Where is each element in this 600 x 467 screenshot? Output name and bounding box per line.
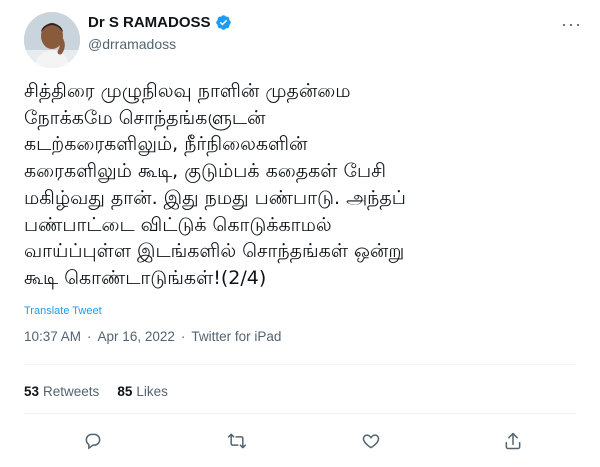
likes-count: 85 xyxy=(117,384,133,399)
like-icon xyxy=(362,434,380,449)
like-button[interactable] xyxy=(356,426,386,456)
divider xyxy=(24,413,576,414)
tweet-card: Dr S RAMADOSS @drramadoss ··· சித்திரை ம… xyxy=(0,0,600,467)
tweet-meta: 10:37 AM · Apr 16, 2022 · Twitter for iP… xyxy=(24,329,281,344)
tweet-text: சித்திரை முழுநிலவு நாளின் முதன்மை நோக்கம… xyxy=(24,80,406,289)
action-bar xyxy=(0,426,600,456)
reply-icon xyxy=(85,433,101,450)
display-name[interactable]: Dr S RAMADOSS xyxy=(88,14,211,31)
retweet-icon xyxy=(227,433,247,449)
author-handle[interactable]: @drramadoss xyxy=(88,36,176,52)
tweet-stats: 53 Retweets 85 Likes xyxy=(24,384,168,399)
tweet-source[interactable]: Twitter for iPad xyxy=(191,329,281,344)
more-icon[interactable]: ··· xyxy=(561,14,582,35)
verified-icon xyxy=(215,14,232,31)
avatar-image xyxy=(24,12,80,68)
author-name-row: Dr S RAMADOSS xyxy=(88,14,232,31)
meta-separator: · xyxy=(180,329,186,344)
meta-separator: · xyxy=(87,329,92,344)
translate-tweet-link[interactable]: Translate Tweet xyxy=(24,305,102,317)
tweet-date[interactable]: Apr 16, 2022 xyxy=(98,329,175,344)
divider xyxy=(24,364,576,365)
likes-label: Likes xyxy=(136,384,168,399)
avatar[interactable] xyxy=(24,12,80,68)
retweets-stat[interactable]: 53 Retweets xyxy=(24,384,99,399)
tweet-time[interactable]: 10:37 AM xyxy=(24,329,81,344)
share-button[interactable] xyxy=(498,426,528,456)
likes-stat[interactable]: 85 Likes xyxy=(117,384,168,399)
retweet-button[interactable] xyxy=(222,426,252,456)
share-icon xyxy=(505,432,521,450)
retweets-count: 53 xyxy=(24,384,40,399)
retweets-label: Retweets xyxy=(43,384,100,399)
reply-button[interactable] xyxy=(78,426,108,456)
